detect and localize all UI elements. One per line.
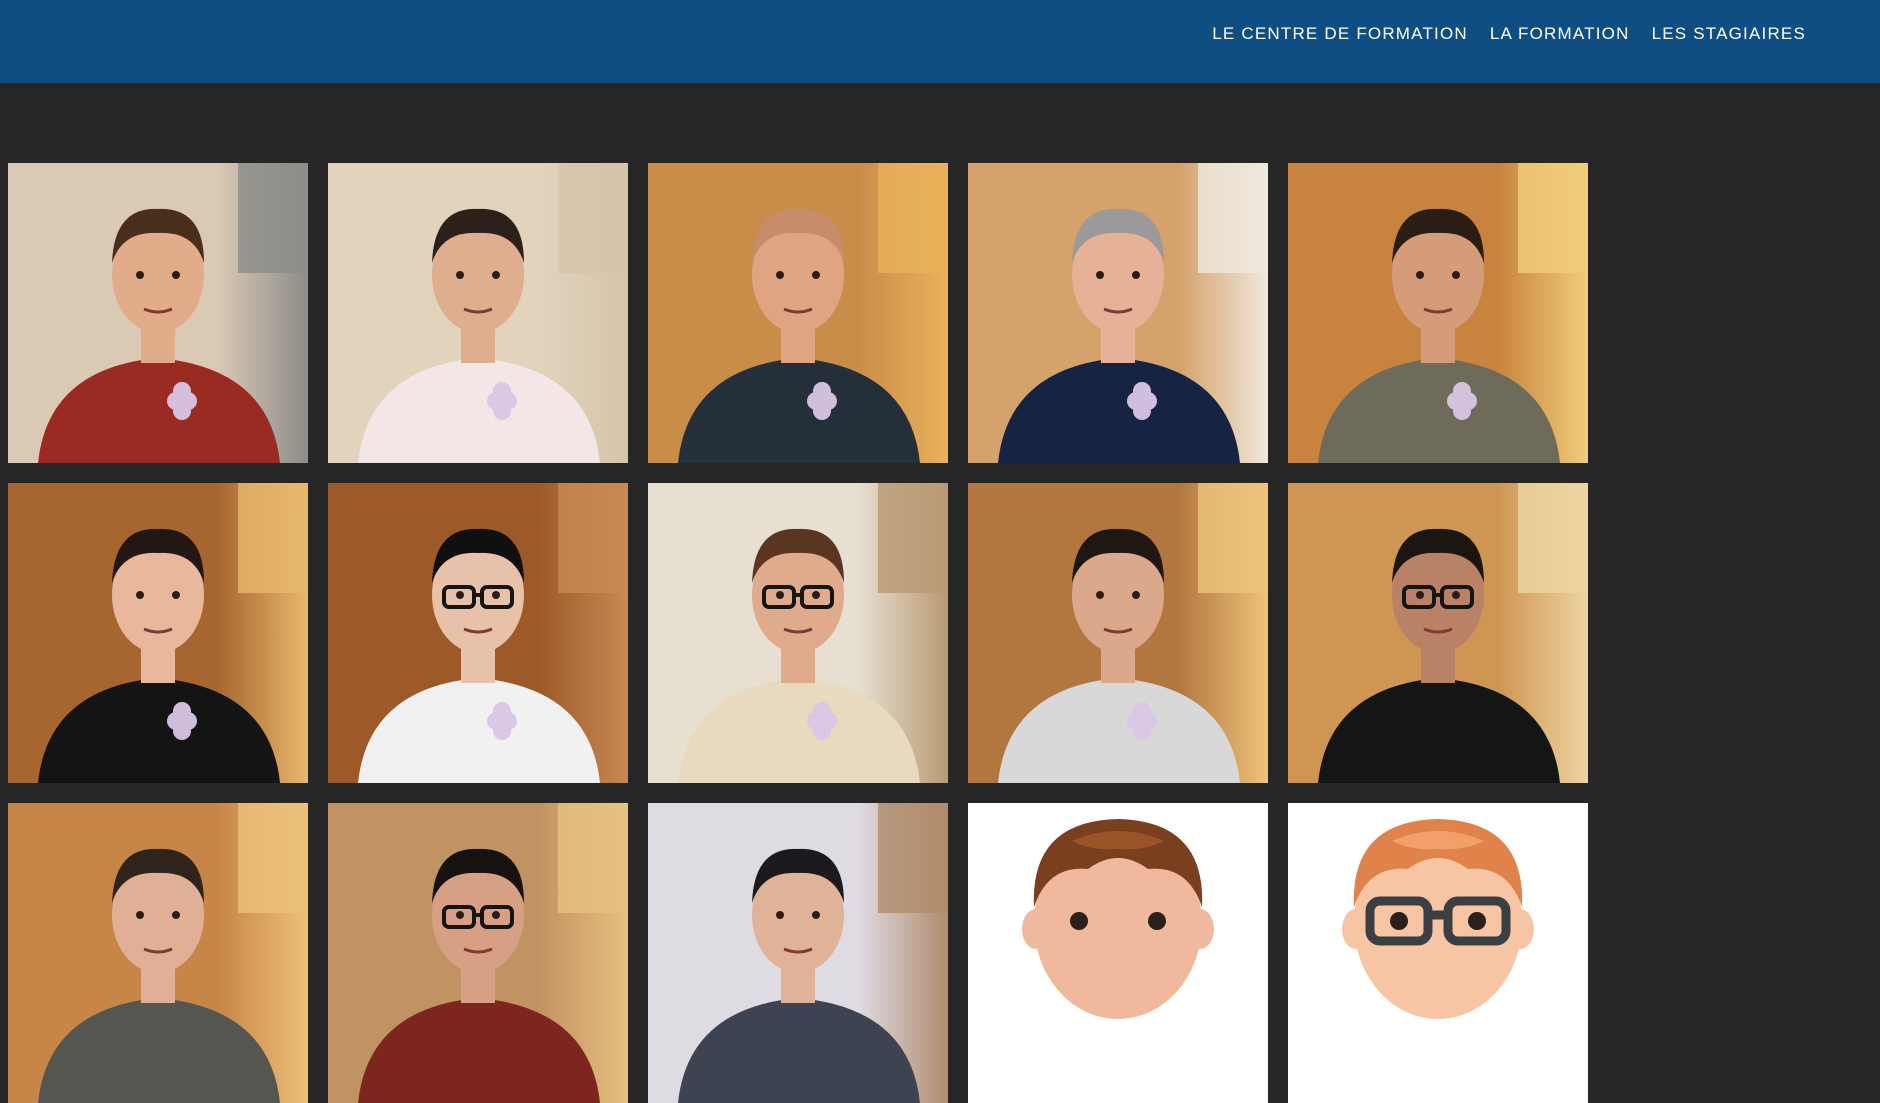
- trainee-photo[interactable]: [648, 803, 948, 1103]
- trainee-avatar-placeholder[interactable]: [1288, 803, 1588, 1103]
- nav-link-centre-de-formation[interactable]: LE CENTRE DE FORMATION: [1212, 24, 1468, 44]
- trainee-photo[interactable]: [1288, 163, 1588, 463]
- photo-image: [328, 803, 628, 1103]
- photo-image: [328, 483, 628, 783]
- trainee-photo[interactable]: [8, 163, 308, 463]
- avatar-image: [1288, 803, 1588, 1103]
- photo-image: [1288, 483, 1588, 783]
- trainee-avatar-placeholder[interactable]: [968, 803, 1268, 1103]
- trainee-photo[interactable]: [328, 163, 628, 463]
- trainee-photo[interactable]: [8, 483, 308, 783]
- photo-image: [968, 163, 1268, 463]
- trainee-photo-gallery: [8, 163, 1588, 1103]
- photo-image: [968, 483, 1268, 783]
- trainee-photo[interactable]: [648, 483, 948, 783]
- photo-image: [8, 163, 308, 463]
- site-header: LE CENTRE DE FORMATION LA FORMATION LES …: [0, 0, 1880, 83]
- main-nav: LE CENTRE DE FORMATION LA FORMATION LES …: [1212, 24, 1806, 44]
- photo-image: [1288, 163, 1588, 463]
- photo-image: [8, 483, 308, 783]
- photo-image: [648, 163, 948, 463]
- photo-image: [648, 483, 948, 783]
- trainee-photo[interactable]: [1288, 483, 1588, 783]
- trainee-photo[interactable]: [328, 803, 628, 1103]
- nav-link-la-formation[interactable]: LA FORMATION: [1490, 24, 1630, 44]
- photo-image: [648, 803, 948, 1103]
- nav-link-les-stagiaires[interactable]: LES STAGIAIRES: [1652, 24, 1806, 44]
- photo-image: [328, 163, 628, 463]
- trainee-photo[interactable]: [968, 163, 1268, 463]
- trainee-photo[interactable]: [648, 163, 948, 463]
- photo-image: [8, 803, 308, 1103]
- trainee-photo[interactable]: [8, 803, 308, 1103]
- trainee-photo[interactable]: [968, 483, 1268, 783]
- trainee-photo[interactable]: [328, 483, 628, 783]
- avatar-image: [968, 803, 1268, 1103]
